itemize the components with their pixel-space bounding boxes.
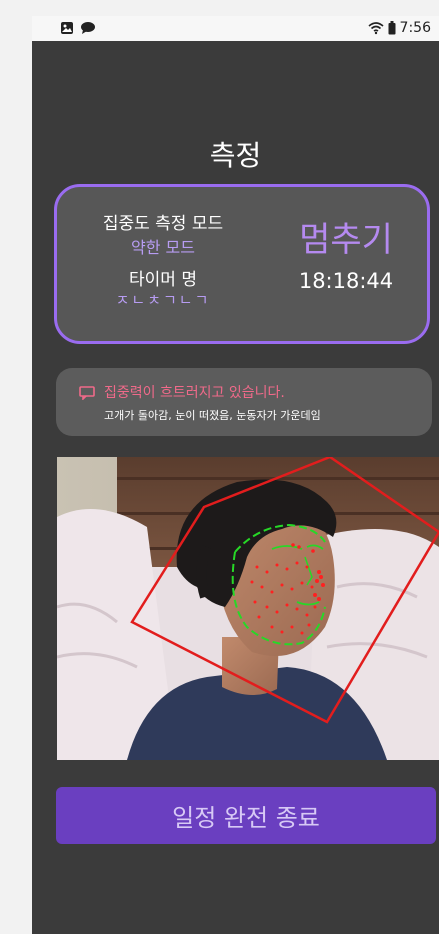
alert-title: 집중력이 흐트러지고 있습니다. (104, 385, 285, 401)
chat-bubble-icon (81, 22, 95, 34)
clock-display: 18:18:44 (298, 269, 394, 293)
timer-label: 타이머 명 (129, 270, 197, 290)
mode-value: 약한 모드 (131, 238, 195, 257)
end-schedule-button[interactable]: 일정 완전 종료 (56, 787, 436, 844)
app-screen: 7:56 측정 집중도 측정 모드 약한 모드 타이머 명 ㅈㄴㅊㄱㄴㄱ 멈추기… (32, 16, 439, 934)
timer-value: ㅈㄴㅊㄱㄴㄱ (115, 291, 211, 305)
alert-detail: 고개가 돌아감, 눈이 떠졌음, 눈동자가 가운데임 (104, 409, 321, 422)
status-left (60, 21, 96, 35)
measure-card: 집중도 측정 모드 약한 모드 타이머 명 ㅈㄴㅊㄱㄴㄱ 멈추기 18:18:4… (54, 184, 430, 344)
chat-bubble-icon (79, 386, 95, 400)
measure-info: 집중도 측정 모드 약한 모드 타이머 명 ㅈㄴㅊㄱㄴㄱ (75, 213, 251, 305)
gallery-icon (61, 22, 73, 34)
status-time: 7:56 (399, 20, 431, 36)
wifi-icon (368, 22, 384, 35)
battery-icon (388, 21, 396, 35)
status-right: 7:56 (368, 20, 431, 36)
stop-button[interactable]: 멈추기 (271, 217, 421, 263)
status-bar: 7:56 (32, 16, 439, 41)
page-title: 측정 (209, 139, 262, 172)
measure-controls: 멈추기 18:18:44 (271, 217, 421, 295)
distraction-alert: 집중력이 흐트러지고 있습니다. 고개가 돌아감, 눈이 떠졌음, 눈동자가 가… (56, 368, 432, 436)
camera-feed-image (57, 457, 439, 760)
mode-label: 집중도 측정 모드 (102, 214, 224, 234)
camera-preview (57, 457, 439, 760)
